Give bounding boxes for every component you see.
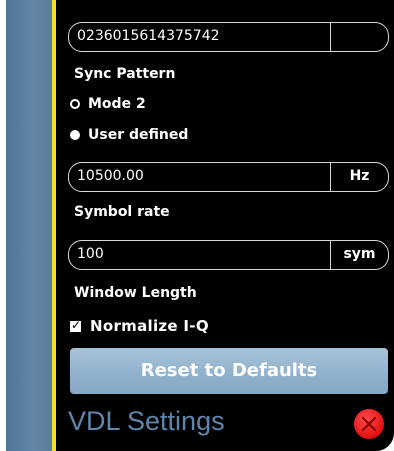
checkbox-checked-icon: ✓ [70, 317, 82, 332]
normalize-iq-label: Normalize I-Q [90, 317, 209, 335]
symbol-rate-unit: Hz [349, 168, 370, 184]
side-tab[interactable] [6, 0, 56, 451]
window-length-input[interactable]: 100 [69, 241, 331, 269]
user-defined-radio[interactable]: User defined [70, 127, 188, 143]
reset-to-defaults-button[interactable]: Reset to Defaults [70, 348, 388, 394]
window-length-field[interactable]: 100 sym [68, 240, 389, 270]
user-defined-label: User defined [88, 127, 189, 143]
window-length-unit: sym [343, 246, 376, 262]
window-length-label: Window Length [74, 285, 197, 301]
settings-window: 0236015614375742 Sync Pattern Mode 2 Use… [0, 0, 394, 451]
mode-2-radio[interactable]: Mode 2 [70, 96, 146, 112]
radio-selected-icon [70, 130, 80, 140]
symbol-rate-field[interactable]: 10500.00 Hz [68, 162, 389, 192]
panel-title: VDL Settings [68, 406, 225, 436]
close-icon[interactable] [354, 409, 384, 439]
settings-panel: 0236015614375742 Sync Pattern Mode 2 Use… [56, 0, 394, 451]
symbol-rate-label: Symbol rate [74, 204, 170, 220]
normalize-iq-checkbox[interactable]: ✓ Normalize I-Q [70, 317, 209, 335]
sync-pattern-input[interactable]: 0236015614375742 [69, 23, 331, 51]
sync-pattern-unit [331, 23, 388, 51]
sync-pattern-label: Sync Pattern [74, 66, 176, 82]
symbol-rate-input[interactable]: 10500.00 [69, 163, 331, 191]
mode-2-label: Mode 2 [88, 96, 146, 112]
sync-pattern-field[interactable]: 0236015614375742 [68, 22, 389, 52]
radio-unselected-icon [70, 99, 80, 109]
